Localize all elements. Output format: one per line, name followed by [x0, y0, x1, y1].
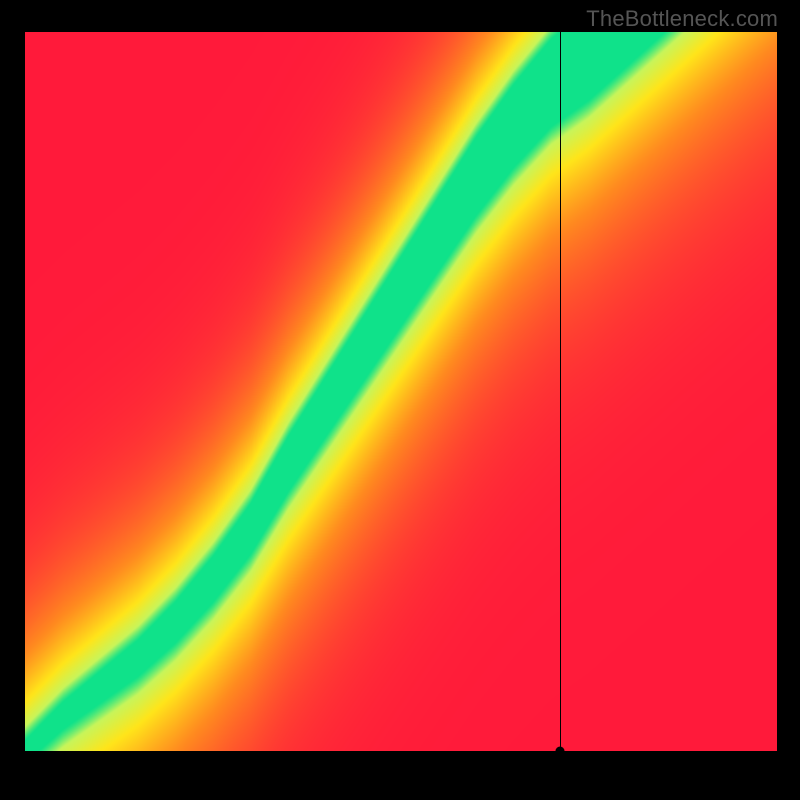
watermark-text: TheBottleneck.com — [586, 6, 778, 32]
heatmap-canvas — [25, 32, 777, 752]
heatmap-plot-area — [25, 32, 777, 752]
crosshair-vertical — [560, 32, 561, 752]
crosshair-horizontal — [25, 751, 777, 752]
marker-dot — [555, 747, 564, 756]
